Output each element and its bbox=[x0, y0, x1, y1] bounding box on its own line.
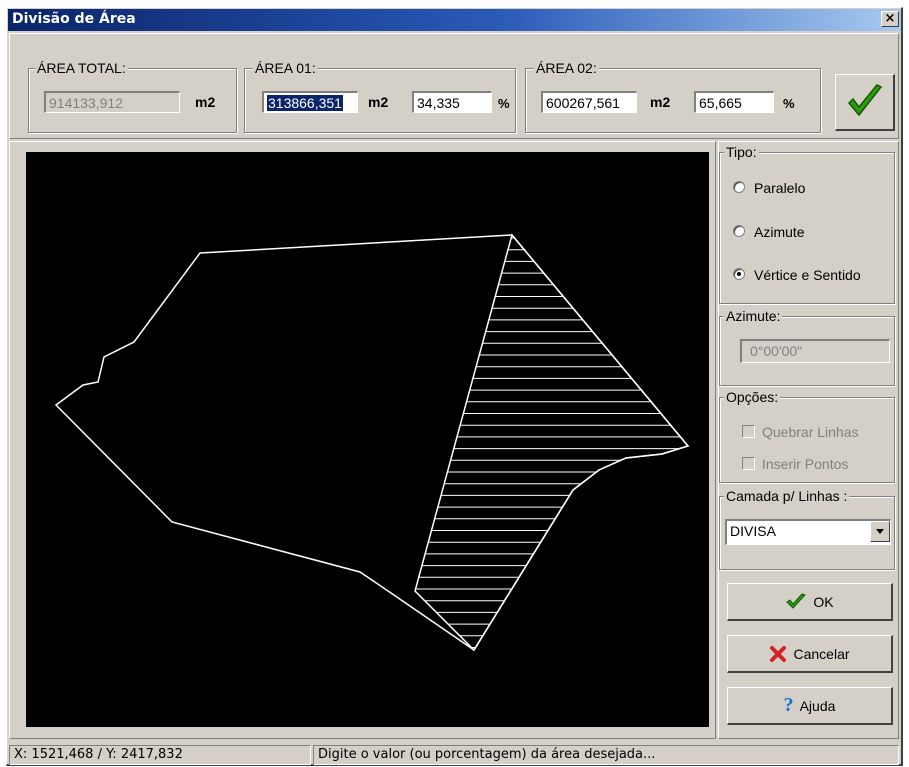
radio-azimute[interactable]: Azimute bbox=[733, 224, 805, 240]
camada-selected-value: DIVISA bbox=[730, 523, 776, 539]
area-01-percent-input[interactable]: 34,335 bbox=[412, 91, 492, 113]
checkmark-icon bbox=[847, 84, 883, 117]
parcel-outline bbox=[54, 234, 690, 652]
check-inserir-pontos[interactable]: Inserir Pontos bbox=[742, 456, 848, 472]
tipo-label: Tipo: bbox=[724, 144, 759, 160]
cancel-label: Cancelar bbox=[793, 645, 850, 662]
close-button[interactable]: × bbox=[881, 11, 899, 27]
area-02-percent-unit: % bbox=[783, 96, 795, 111]
area-02-group: ÁREA 02: 600267,561 m2 65,665 % bbox=[525, 60, 821, 133]
area-01-value-text: 313866,351 bbox=[267, 95, 343, 111]
checkbox[interactable] bbox=[742, 425, 755, 438]
area-total-field: 914133,912 bbox=[44, 91, 180, 113]
checkbox[interactable] bbox=[742, 457, 755, 470]
dropdown-button[interactable] bbox=[870, 521, 890, 542]
cancel-button[interactable]: Cancelar bbox=[727, 635, 893, 673]
red-x-icon bbox=[770, 645, 787, 662]
opcoes-label: Opções: bbox=[724, 389, 781, 405]
area-01-percent-unit: % bbox=[498, 96, 510, 111]
question-icon: ? bbox=[783, 694, 794, 716]
chevron-down-icon bbox=[876, 529, 884, 534]
radio-button[interactable] bbox=[733, 268, 745, 280]
area-01-hatch bbox=[415, 237, 688, 648]
check-quebrar-linhas[interactable]: Quebrar Linhas bbox=[742, 424, 859, 440]
area-total-label: ÁREA TOTAL: bbox=[35, 60, 128, 76]
ok-button[interactable]: OK bbox=[727, 583, 893, 621]
help-button[interactable]: ? Ajuda bbox=[727, 687, 893, 725]
camada-label: Camada p/ Linhas : bbox=[724, 488, 850, 504]
status-coordinates: X: 1521,468 / Y: 2417,832 bbox=[9, 745, 311, 765]
ok-label: OK bbox=[813, 593, 834, 610]
azimute-input: 0°00'00" bbox=[740, 339, 890, 363]
area-01-group: ÁREA 01: 313866,351 m2 34,335 % bbox=[244, 60, 516, 133]
opcoes-group: Opções: Quebrar Linhas Inserir Pontos bbox=[719, 389, 895, 483]
checkbox-label: Quebrar Linhas bbox=[762, 424, 859, 440]
area-02-value-input[interactable]: 600267,561 bbox=[541, 91, 637, 113]
radio-button[interactable] bbox=[733, 225, 745, 237]
azimute-group: Azimute: 0°00'00" bbox=[719, 308, 895, 386]
area-02-percent-input[interactable]: 65,665 bbox=[694, 91, 774, 113]
window-title: Divisão de Área bbox=[12, 11, 136, 27]
radio-label: Paralelo bbox=[754, 180, 806, 196]
azimute-label: Azimute: bbox=[724, 308, 783, 324]
radio-label: Azimute bbox=[754, 224, 805, 240]
status-message: Digite o valor (ou porcentagem) da área … bbox=[313, 745, 899, 765]
radio-vertice-sentido[interactable]: Vértice e Sentido bbox=[733, 267, 861, 283]
area-02-unit: m2 bbox=[650, 94, 671, 110]
drawing-canvas[interactable] bbox=[26, 152, 709, 727]
area-01-outline bbox=[414, 233, 690, 652]
camada-select[interactable]: DIVISA bbox=[725, 519, 891, 545]
area-01-label: ÁREA 01: bbox=[253, 60, 318, 76]
dialog-window: Divisão de Área × ÁREA TOTAL: 914133,912… bbox=[6, 7, 903, 766]
area-total-unit: m2 bbox=[195, 94, 216, 110]
radio-paralelo[interactable]: Paralelo bbox=[733, 180, 805, 196]
checkbox-label: Inserir Pontos bbox=[762, 456, 849, 472]
radio-button[interactable] bbox=[733, 181, 745, 193]
camada-group: Camada p/ Linhas : DIVISA bbox=[719, 488, 895, 570]
area-01-unit: m2 bbox=[368, 94, 389, 110]
help-label: Ajuda bbox=[799, 697, 836, 714]
radio-label: Vértice e Sentido bbox=[754, 267, 861, 283]
apply-button[interactable] bbox=[835, 74, 895, 131]
area-total-group: ÁREA TOTAL: 914133,912 m2 bbox=[28, 60, 237, 133]
green-check-icon bbox=[786, 592, 807, 609]
title-bar[interactable]: Divisão de Área × bbox=[8, 9, 901, 31]
area-02-label: ÁREA 02: bbox=[534, 60, 599, 76]
parcel-plot bbox=[54, 233, 690, 652]
area-01-value-input[interactable]: 313866,351 bbox=[262, 91, 358, 113]
tipo-group: Tipo: Paralelo Azimute Vértice e Sentido bbox=[719, 144, 895, 304]
